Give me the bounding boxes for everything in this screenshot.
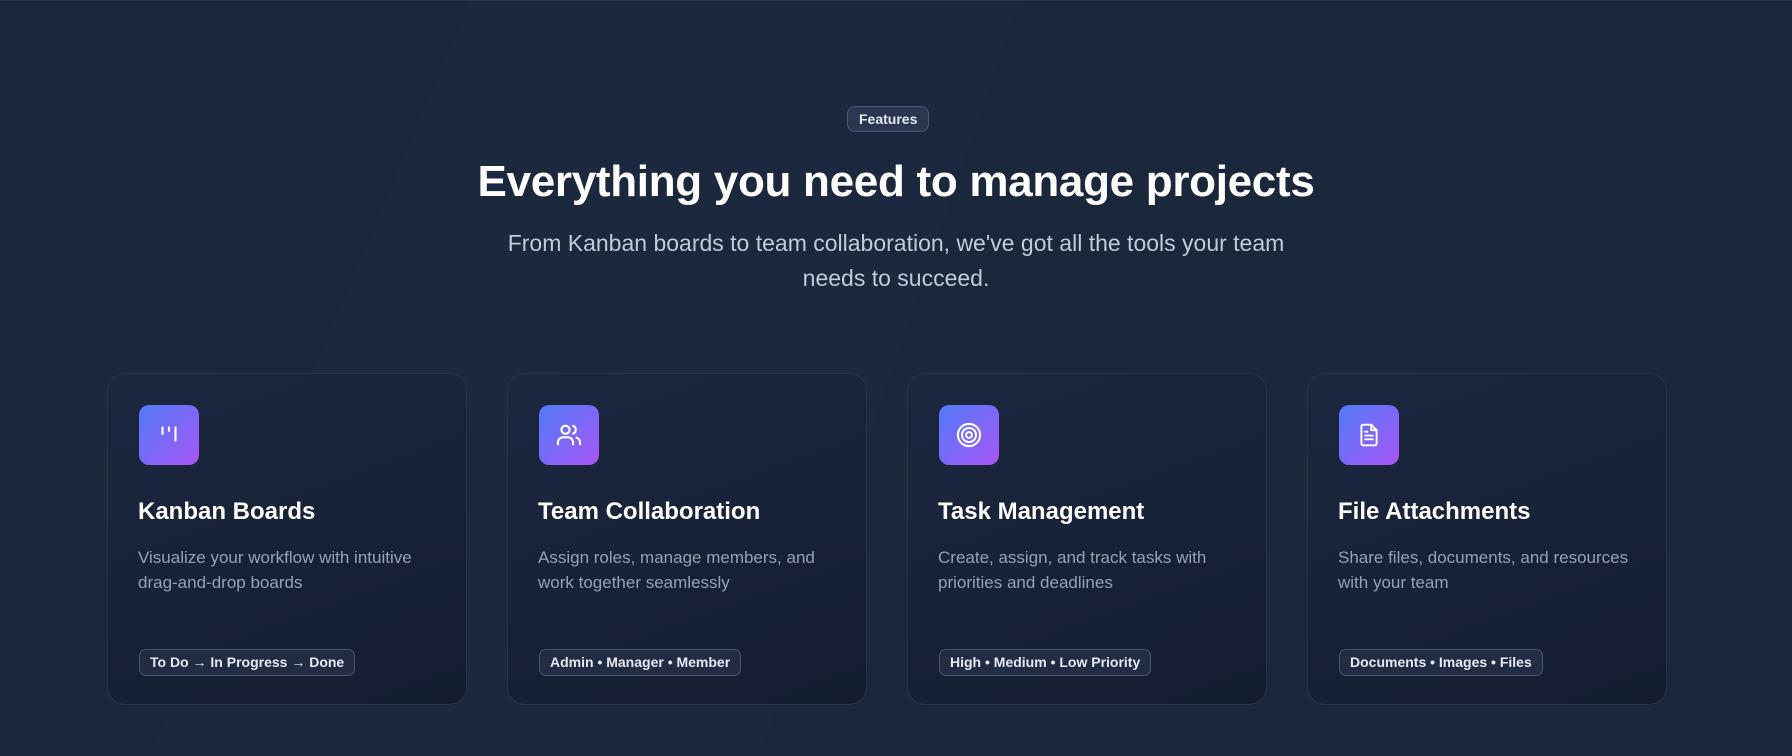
section-badge: Features [847,106,930,132]
features-section: Features Everything you need to manage p… [0,0,1792,756]
feature-description: Share files, documents, and resources wi… [1338,548,1629,592]
feature-tag: Documents • Images • Files [1339,649,1543,676]
feature-description: Create, assign, and track tasks with pri… [938,548,1207,592]
feature-title: File Attachments [1338,498,1531,525]
section-subtitle: From Kanban boards to team collaboration… [507,230,1285,291]
feature-title: Team Collaboration [538,498,761,525]
feature-card-team-collaboration: Team Collaboration Assign roles, manage … [507,373,867,705]
feature-tag: Admin • Manager • Member [539,649,742,676]
feature-tag: High • Medium • Low Priority [939,649,1152,676]
feature-card-task-management: Task Management Create, assign, and trac… [907,373,1267,705]
feature-cards: Kanban Boards Visualize your workflow wi… [107,373,1667,705]
feature-title: Task Management [938,498,1145,525]
feature-description: Visualize your workflow with intuitive d… [138,548,412,592]
feature-card-kanban-boards: Kanban Boards Visualize your workflow wi… [107,373,467,705]
kanban-icon [139,405,199,465]
file-text-icon [1339,405,1399,465]
top-divider [0,0,1792,1]
feature-description: Assign roles, manage members, and work t… [538,548,815,592]
target-icon [939,405,999,465]
feature-tag: To Do → In Progress → Done [139,649,356,676]
feature-title: Kanban Boards [138,498,316,525]
section-headline: Everything you need to manage projects [477,157,1315,206]
feature-card-file-attachments: File Attachments Share files, documents,… [1307,373,1667,705]
users-icon [539,405,599,465]
